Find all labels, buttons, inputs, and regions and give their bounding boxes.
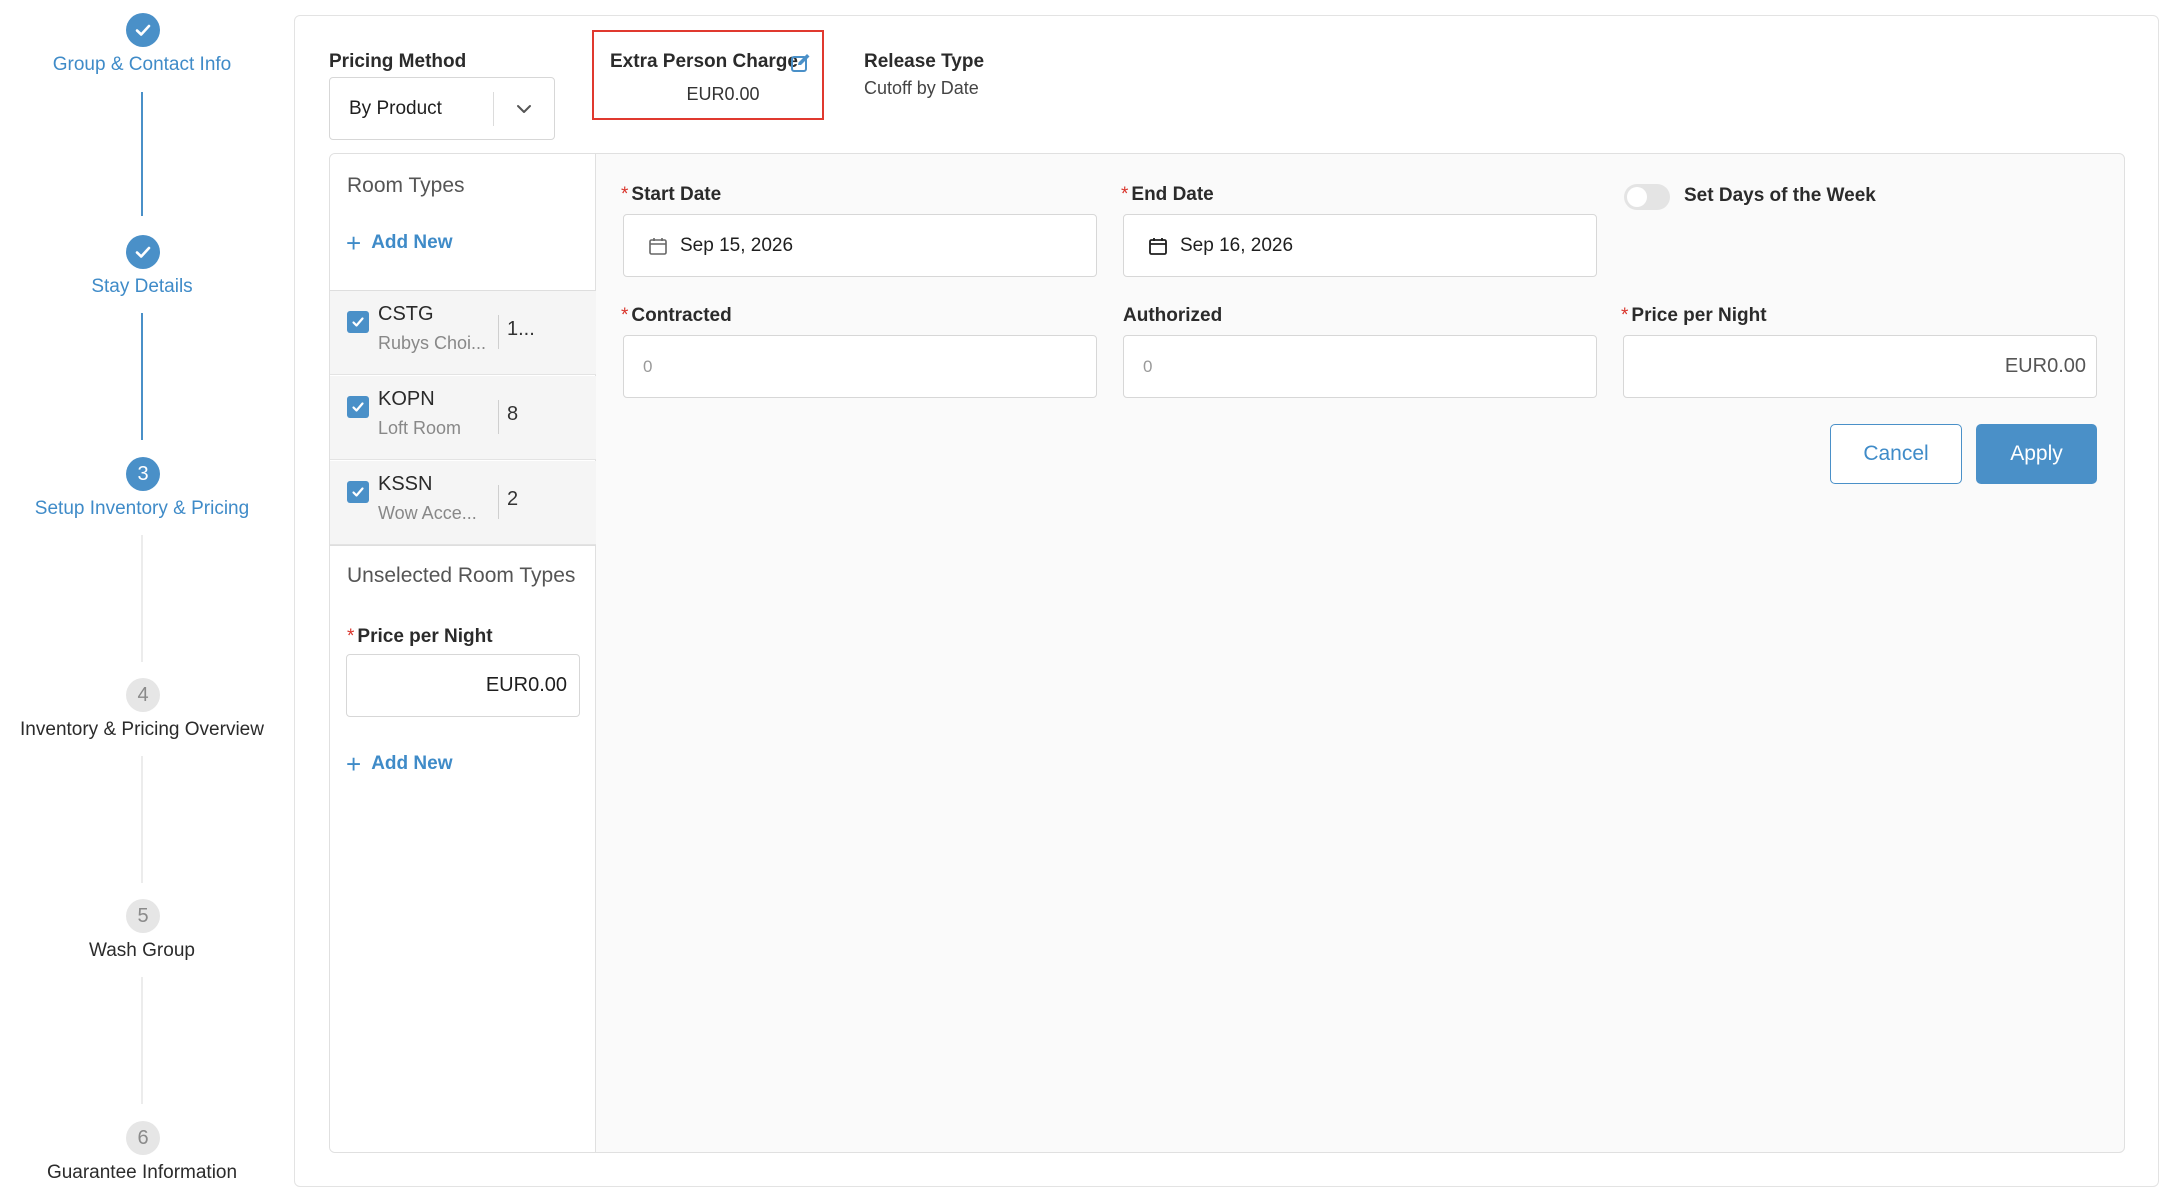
cancel-button[interactable]: Cancel <box>1830 424 1962 484</box>
extra-person-charge-label: Extra Person Charge <box>610 51 798 72</box>
step-2-label[interactable]: Stay Details <box>0 276 284 298</box>
pricing-method-select[interactable]: By Product <box>329 77 555 140</box>
start-date-input[interactable]: Sep 15, 2026 <box>623 214 1097 277</box>
pricing-method-value: By Product <box>349 97 442 119</box>
contracted-label-text: Contracted <box>631 305 732 326</box>
checkbox-checked-icon[interactable] <box>347 481 369 503</box>
set-days-toggle[interactable] <box>1624 184 1670 210</box>
checkbox-checked-icon[interactable] <box>347 311 369 333</box>
step-connector <box>141 977 143 1104</box>
add-new-label: Add New <box>371 232 453 253</box>
edit-icon[interactable] <box>790 52 812 74</box>
room-type-row[interactable]: CSTG Rubys Choi... 1... <box>330 291 596 375</box>
room-count: 8 <box>507 403 519 425</box>
start-date-label: * Start Date <box>621 184 721 206</box>
step-3-label[interactable]: Setup Inventory & Pricing <box>0 498 284 520</box>
apply-button[interactable]: Apply <box>1976 424 2097 484</box>
authorized-placeholder: 0 <box>1143 356 1153 376</box>
step-5-label[interactable]: Wash Group <box>0 940 284 962</box>
calendar-icon <box>1148 236 1168 256</box>
end-date-label-text: End Date <box>1131 184 1214 205</box>
step-5-number[interactable]: 5 <box>126 899 160 933</box>
add-unselected-room-type-button[interactable]: + Add New <box>346 751 452 777</box>
room-name: Wow Acce... <box>378 503 477 523</box>
price-per-night-label-text: Price per Night <box>1631 305 1767 326</box>
calendar-icon <box>648 236 668 256</box>
room-count: 2 <box>507 488 519 510</box>
room-code: KSSN <box>378 473 433 495</box>
authorized-label: Authorized <box>1123 305 1223 326</box>
end-date-input[interactable]: Sep 16, 2026 <box>1123 214 1597 277</box>
plus-icon: + <box>346 228 362 258</box>
inventory-panel: Room Types + Add New CSTG Rubys Choi... … <box>329 153 2125 1153</box>
step-4-number[interactable]: 4 <box>126 678 160 712</box>
required-marker: * <box>1621 305 1629 326</box>
unselected-price-input[interactable]: EUR0.00 <box>346 654 580 717</box>
step-6-label[interactable]: Guarantee Information <box>0 1162 284 1184</box>
step-connector <box>141 756 143 883</box>
price-per-night-label: * Price per Night <box>1621 305 1767 327</box>
step-4-label[interactable]: Inventory & Pricing Overview <box>0 719 284 741</box>
start-date-label-text: Start Date <box>631 184 722 205</box>
required-marker: * <box>621 305 629 326</box>
contracted-label: * Contracted <box>621 305 732 327</box>
contracted-input[interactable]: 0 <box>623 335 1097 398</box>
end-date-label: * End Date <box>1121 184 1214 206</box>
room-types-column: Room Types + Add New CSTG Rubys Choi... … <box>330 154 596 1152</box>
extra-person-charge-box: Extra Person Charge EUR0.00 <box>592 30 824 120</box>
add-room-type-button[interactable]: + Add New <box>346 230 452 256</box>
room-code: CSTG <box>378 303 434 325</box>
step-1-label[interactable]: Group & Contact Info <box>0 54 284 76</box>
extra-person-charge-value: EUR0.00 <box>686 84 760 104</box>
toggle-knob <box>1627 187 1647 207</box>
required-marker: * <box>1121 184 1129 205</box>
unselected-price-label-text: Price per Night <box>357 626 493 647</box>
step-connector <box>141 92 143 216</box>
step-connector <box>141 535 143 662</box>
step-6-number[interactable]: 6 <box>126 1121 160 1155</box>
required-marker: * <box>621 184 629 205</box>
start-date-value: Sep 15, 2026 <box>680 234 794 256</box>
authorized-input[interactable]: 0 <box>1123 335 1597 398</box>
step-3-number[interactable]: 3 <box>126 457 160 491</box>
step-1-check-icon[interactable] <box>126 13 160 47</box>
room-name: Loft Room <box>378 418 462 438</box>
price-per-night-value: EUR0.00 <box>2004 355 2086 377</box>
release-type-label: Release Type <box>864 51 985 72</box>
pricing-method-label: Pricing Method <box>329 51 467 72</box>
room-type-row[interactable]: KOPN Loft Room 8 <box>330 376 596 460</box>
required-marker: * <box>347 626 355 647</box>
divider <box>498 400 499 434</box>
room-count: 1... <box>507 318 535 340</box>
step-connector <box>141 313 143 440</box>
divider <box>330 545 596 546</box>
chevron-down-icon[interactable] <box>494 103 554 115</box>
step-2-check-icon[interactable] <box>126 235 160 269</box>
add-new-label: Add New <box>371 753 453 774</box>
unselected-room-types-title: Unselected Room Types <box>347 564 576 587</box>
contracted-placeholder: 0 <box>643 356 653 376</box>
end-date-value: Sep 16, 2026 <box>1180 234 1294 256</box>
divider <box>498 485 499 519</box>
progress-stepper: Group & Contact Info Stay Details 3 Setu… <box>0 0 284 1204</box>
room-code: KOPN <box>378 388 435 410</box>
set-days-label: Set Days of the Week <box>1684 185 1876 206</box>
unselected-price-label: * Price per Night <box>347 626 493 648</box>
room-type-row[interactable]: KSSN Wow Acce... 2 <box>330 461 596 545</box>
checkbox-checked-icon[interactable] <box>347 396 369 418</box>
room-name: Rubys Choi... <box>378 333 487 353</box>
release-type-value: Cutoff by Date <box>864 78 979 98</box>
plus-icon: + <box>346 749 362 779</box>
price-per-night-input[interactable]: EUR0.00 <box>1623 335 2097 398</box>
divider <box>498 315 499 349</box>
room-types-title: Room Types <box>347 174 465 197</box>
